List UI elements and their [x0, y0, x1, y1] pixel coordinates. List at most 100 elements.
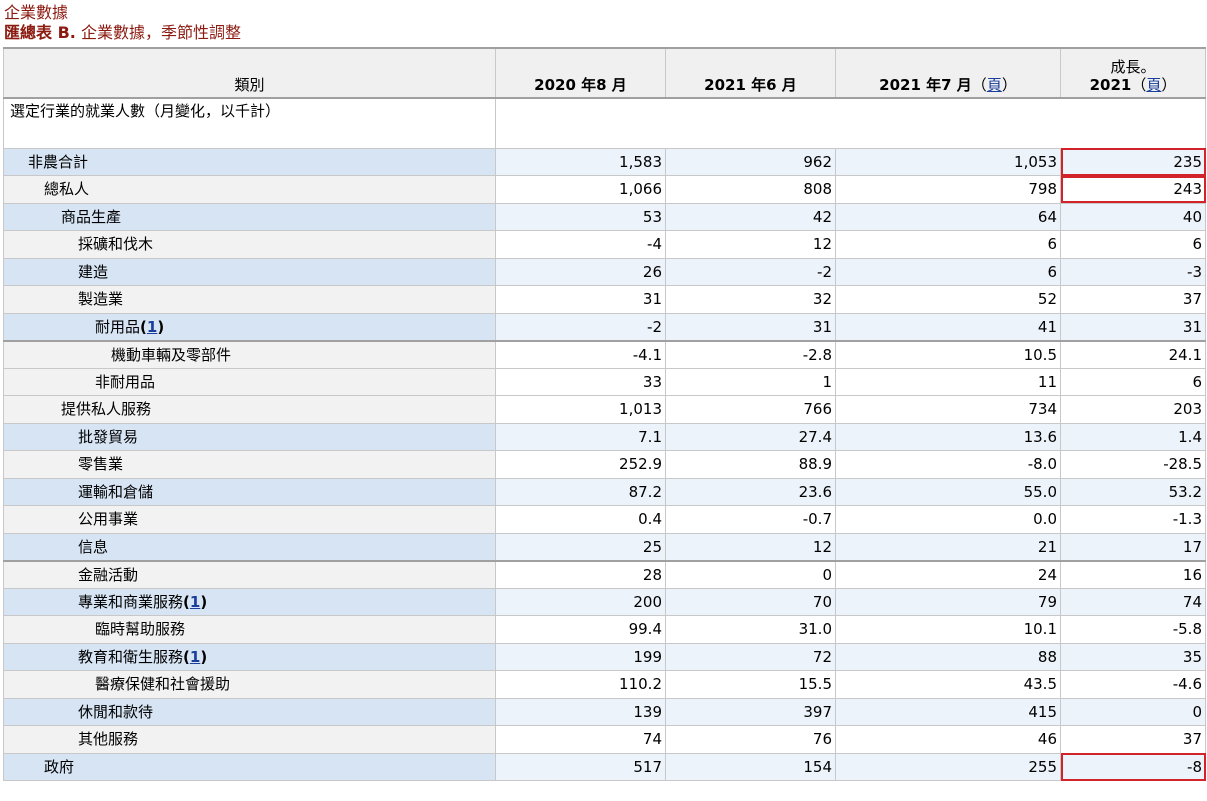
value-cell: 1,583 — [495, 147, 666, 176]
table-row: 耐用品(1) -2 31 41 31 — [3, 312, 1206, 341]
value-cell: 203 — [1060, 395, 1206, 424]
value-cell: 11 — [835, 367, 1061, 396]
value-cell: 76 — [665, 725, 836, 754]
row-label-text: 製造業 — [78, 290, 124, 309]
row-label: 批發貿易 — [3, 422, 496, 451]
header-col4-page-link[interactable]: 頁 — [1146, 76, 1161, 94]
row-label-text: 零售業 — [78, 455, 124, 474]
value-cell: 1 — [665, 367, 836, 396]
value-cell: 798 — [835, 175, 1061, 204]
value-cell: 12 — [665, 532, 836, 561]
value-cell: 32 — [665, 285, 836, 314]
row-label: 商品生產 — [3, 202, 496, 231]
value-cell: 37 — [1060, 725, 1206, 754]
value-cell: -3 — [1060, 257, 1206, 286]
row-label: 零售業 — [3, 450, 496, 479]
value-cell: 415 — [835, 697, 1061, 726]
row-label-text: 公用事業 — [78, 510, 139, 529]
value-cell: 53.2 — [1060, 477, 1206, 506]
value-cell: 31 — [665, 312, 836, 341]
row-label-text: 總私人 — [44, 180, 90, 199]
value-cell: 6 — [1060, 367, 1206, 396]
value-cell: -2 — [495, 312, 666, 341]
header-col4-open: （ — [1131, 76, 1147, 94]
value-cell: -2 — [665, 257, 836, 286]
value-cell: 40 — [1060, 202, 1206, 231]
table-row: 運輸和倉儲 87.2 23.6 55.0 53.2 — [3, 477, 1206, 506]
value-cell: 74 — [495, 725, 666, 754]
table-title-bold: 匯總表 B. — [4, 23, 76, 42]
row-label: 金融活動 — [3, 559, 496, 589]
value-cell: 37 — [1060, 285, 1206, 314]
value-cell: 24 — [835, 559, 1061, 589]
row-label-text: 非農合計 — [28, 152, 89, 171]
row-label: 採礦和伐木 — [3, 230, 496, 259]
header-row: 類別 2020 年8 月 2021 年6 月 2021 年7 月（頁） 成長。 2… — [3, 47, 1206, 99]
row-label-text: 商品生產 — [61, 207, 122, 226]
value-cell: 766 — [665, 395, 836, 424]
value-cell: 6 — [835, 230, 1061, 259]
value-cell: 46 — [835, 725, 1061, 754]
title-block: 企業數據 匯總表 B. 企業數據，季節性調整 — [4, 3, 241, 43]
table-row: 非農合計 1,583 962 1,053 235 — [3, 147, 1206, 176]
value-cell: 16 — [1060, 559, 1206, 589]
footnote-link[interactable]: 1 — [147, 318, 157, 336]
value-cell: 23.6 — [665, 477, 836, 506]
page-title: 企業數據 — [4, 3, 69, 22]
footnote-link[interactable]: 1 — [190, 648, 200, 666]
value-cell: -8.0 — [835, 450, 1061, 479]
value-cell: 28 — [495, 559, 666, 589]
row-label-text: 專業和商業服務 — [78, 592, 184, 611]
header-col3-page-link[interactable]: 頁 — [987, 76, 1002, 94]
value-cell: 88.9 — [665, 450, 836, 479]
row-label: 休閒和款待 — [3, 697, 496, 726]
row-label-text: 耐用品 — [95, 317, 141, 336]
row-label-text: 提供私人服務 — [61, 400, 152, 419]
value-cell: 1,053 — [835, 147, 1061, 176]
row-label: 總私人 — [3, 175, 496, 204]
table-row: 商品生產 53 42 64 40 — [3, 202, 1206, 231]
table-row: 總私人 1,066 808 798 243 — [3, 175, 1206, 204]
value-cell: 6 — [1060, 230, 1206, 259]
value-cell: 26 — [495, 257, 666, 286]
value-cell: 27.4 — [665, 422, 836, 451]
value-cell: 1,013 — [495, 395, 666, 424]
table-row: 政府 517 154 255 -8 — [3, 752, 1206, 781]
footnote-open: ( — [183, 647, 190, 666]
row-label: 提供私人服務 — [3, 395, 496, 424]
table-row: 教育和衛生服務(1) 199 72 88 35 — [3, 642, 1206, 671]
value-cell: 31 — [1060, 312, 1206, 341]
row-label: 運輸和倉儲 — [3, 477, 496, 506]
value-cell: -8 — [1060, 752, 1206, 781]
value-cell: 0 — [1060, 697, 1206, 726]
value-cell: 87.2 — [495, 477, 666, 506]
footnote-close: ) — [200, 592, 208, 611]
value-cell: -0.7 — [665, 505, 836, 534]
table-row: 建造 26 -2 6 -3 — [3, 257, 1206, 286]
row-label-text: 非耐用品 — [95, 372, 156, 391]
table-row: 醫療保健和社會援助 110.2 15.5 43.5 -4.6 — [3, 670, 1206, 699]
value-cell: 962 — [665, 147, 836, 176]
value-cell: 139 — [495, 697, 666, 726]
value-cell: 235 — [1060, 147, 1206, 176]
value-cell: 734 — [835, 395, 1061, 424]
row-label-text: 休閒和款待 — [78, 702, 154, 721]
value-cell: 15.5 — [665, 670, 836, 699]
table-row: 非耐用品 33 1 11 6 — [3, 367, 1206, 396]
value-cell: 199 — [495, 642, 666, 671]
table-row: 提供私人服務 1,013 766 734 203 — [3, 395, 1206, 424]
footnote-link[interactable]: 1 — [190, 593, 200, 611]
value-cell: 0 — [665, 559, 836, 589]
row-label: 其他服務 — [3, 725, 496, 754]
table-row: 公用事業 0.4 -0.7 0.0 -1.3 — [3, 505, 1206, 534]
header-col-2020-aug: 2020 年8 月 — [495, 47, 666, 99]
row-label-text: 其他服務 — [78, 730, 139, 749]
value-cell: 42 — [665, 202, 836, 231]
value-cell: 33 — [495, 367, 666, 396]
value-cell: -2.8 — [665, 339, 836, 369]
section-row: 選定行業的就業人數（月變化，以千計） — [3, 97, 1206, 149]
table-row: 批發貿易 7.1 27.4 13.6 1.4 — [3, 422, 1206, 451]
value-cell: 10.1 — [835, 615, 1061, 644]
value-cell: 31 — [495, 285, 666, 314]
row-label-text: 機動車輛及零部件 — [111, 345, 232, 364]
